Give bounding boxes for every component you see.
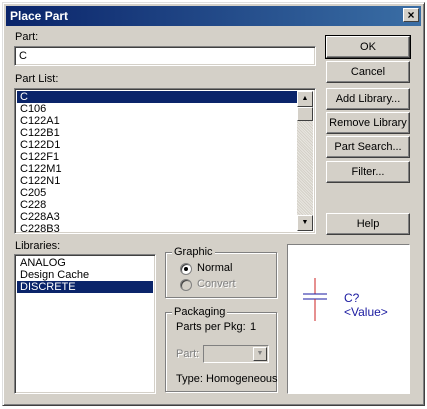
- part-list-scrollbar[interactable]: ▲ ▼: [297, 91, 313, 231]
- part-search-button[interactable]: Part Search...: [326, 136, 410, 158]
- filter-button[interactable]: Filter...: [326, 161, 410, 183]
- list-item[interactable]: C228: [17, 199, 297, 211]
- list-item[interactable]: C122D1: [17, 139, 297, 151]
- list-item[interactable]: C122N1: [17, 175, 297, 187]
- list-item[interactable]: C106: [17, 103, 297, 115]
- convert-radio-label: Convert: [197, 278, 236, 290]
- libraries-list[interactable]: ANALOG Design Cache DISCRETE: [14, 254, 156, 394]
- part-list-items: C C106 C122A1 C122B1 C122D1 C122F1 C122M1 C122N…: [17, 91, 297, 233]
- parts-per-pkg-value: 1: [250, 321, 257, 333]
- list-item[interactable]: C: [17, 91, 297, 103]
- libraries-items: ANALOG Design Cache DISCRETE: [17, 257, 153, 293]
- add-library-button[interactable]: Add Library...: [326, 88, 410, 110]
- dropdown-icon[interactable]: ▼: [253, 347, 267, 361]
- scroll-up-icon[interactable]: ▲: [297, 91, 313, 107]
- normal-radio[interactable]: [180, 263, 192, 275]
- list-item[interactable]: C122B1: [17, 127, 297, 139]
- type-label: Type:: [176, 373, 203, 385]
- convert-radio[interactable]: [180, 279, 192, 291]
- graphic-group-title: Graphic: [172, 246, 215, 258]
- type-value: Homogeneous: [206, 373, 278, 385]
- preview-value: <Value>: [344, 305, 388, 319]
- part-input[interactable]: C: [14, 46, 316, 66]
- remove-library-button[interactable]: Remove Library: [326, 112, 410, 134]
- ok-button[interactable]: OK: [325, 35, 411, 59]
- packaging-part-label: Part:: [176, 348, 200, 360]
- list-item[interactable]: Design Cache: [17, 269, 153, 281]
- help-button[interactable]: Help: [326, 213, 410, 235]
- part-list-label: Part List:: [15, 73, 59, 85]
- part-label: Part:: [15, 31, 39, 43]
- libraries-label: Libraries:: [15, 240, 61, 252]
- capacitor-symbol-icon: [303, 278, 327, 321]
- list-item[interactable]: ANALOG: [17, 257, 153, 269]
- graphic-group: Graphic Normal Convert: [165, 246, 277, 298]
- parts-per-pkg-label: Parts per Pkg:: [176, 321, 246, 333]
- list-item[interactable]: C122F1: [17, 151, 297, 163]
- scroll-thumb[interactable]: [297, 107, 313, 121]
- list-item[interactable]: DISCRETE: [17, 281, 153, 293]
- packaging-group-title: Packaging: [172, 306, 228, 318]
- scroll-down-icon[interactable]: ▼: [297, 215, 313, 231]
- cancel-button[interactable]: Cancel: [326, 61, 410, 83]
- list-item[interactable]: C228A3: [17, 211, 297, 223]
- list-item[interactable]: C122A1: [17, 115, 297, 127]
- packaging-part-select[interactable]: ▼: [203, 345, 269, 363]
- part-input-value: C: [19, 50, 27, 62]
- list-item[interactable]: C228B3: [17, 223, 297, 233]
- dialog-title: Place Part: [10, 9, 69, 23]
- title-bar: Place Part ×: [6, 6, 421, 26]
- part-list[interactable]: C C106 C122A1 C122B1 C122D1 C122F1 C122M1 C122N…: [14, 88, 316, 234]
- list-item[interactable]: C122M1: [17, 163, 297, 175]
- part-preview: C? <Value>: [287, 244, 410, 394]
- list-item[interactable]: C205: [17, 187, 297, 199]
- close-icon[interactable]: ×: [403, 8, 419, 22]
- preview-refdes: C?: [344, 291, 360, 305]
- normal-radio-label: Normal: [197, 262, 233, 274]
